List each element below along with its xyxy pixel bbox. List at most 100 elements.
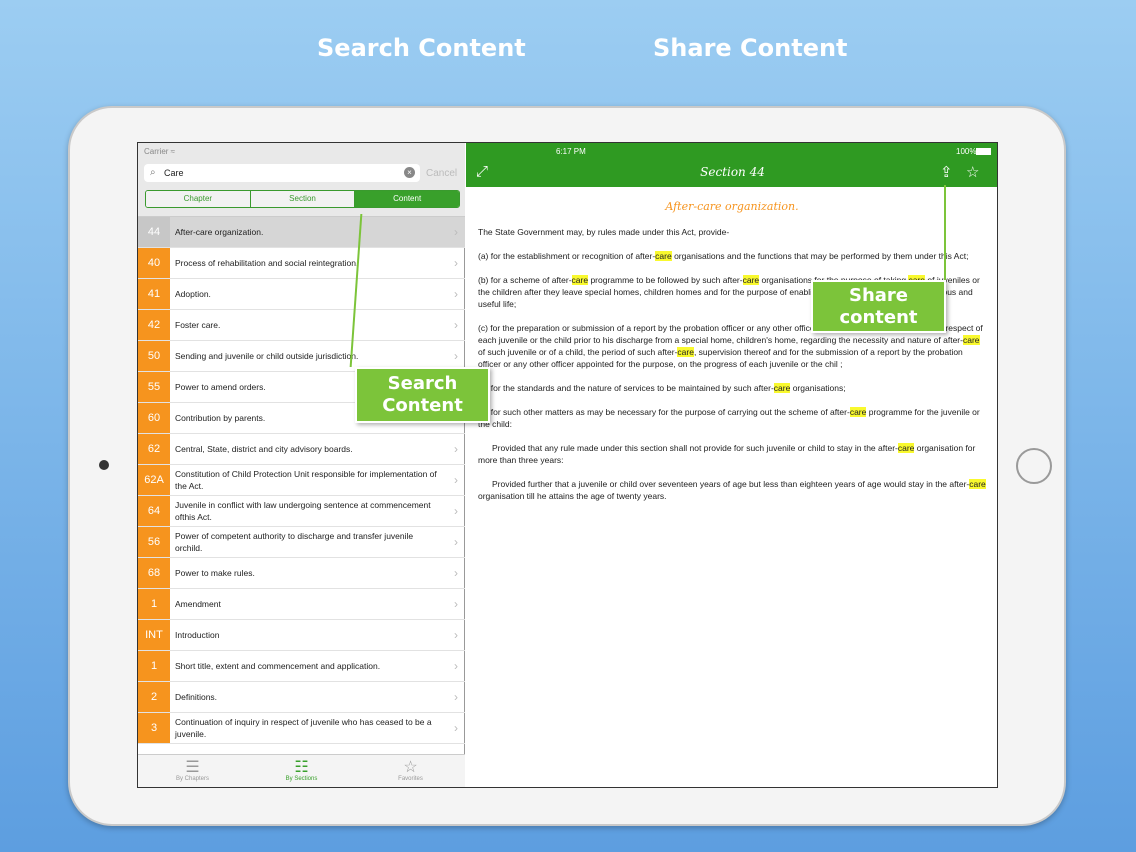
list-icon: ☰ <box>185 759 200 776</box>
tab-label: Favorites <box>398 776 423 782</box>
list-bullets-icon: ☷ <box>294 759 309 776</box>
section-number-badge: 62A <box>138 465 170 495</box>
search-callout-line1: Search <box>387 373 458 394</box>
expand-icon[interactable]: ⤢ <box>476 163 488 180</box>
list-item[interactable]: 42 Foster care. › <box>138 310 465 341</box>
list-item[interactable]: 2 Definitions. › <box>138 682 465 713</box>
list-item[interactable]: 56 Power of competent authority to discha… <box>138 527 465 558</box>
chevron-right-icon: › <box>454 597 458 611</box>
star-icon: ☆ <box>403 759 418 776</box>
list-item[interactable]: 62A Constitution of Child Protection Unit… <box>138 465 465 496</box>
status-time: 6:17 PM <box>556 147 586 156</box>
favorite-star-icon[interactable]: ☆ <box>966 163 979 181</box>
search-highlight: care <box>969 479 986 489</box>
search-callout-line2: Content <box>382 395 463 416</box>
search-highlight: care <box>571 275 589 285</box>
search-highlight: care <box>962 335 980 345</box>
text-run: (e) for such other matters as may be nec… <box>478 407 850 417</box>
share-icon[interactable]: ⇪ <box>940 163 953 181</box>
document-paragraph: (e) for such other matters as may be nec… <box>478 406 986 430</box>
section-number-badge: 55 <box>138 372 170 402</box>
chevron-right-icon: › <box>454 566 458 580</box>
search-content-callout: Search Content <box>355 367 490 423</box>
status-bar-left: Carrier ≈ <box>138 143 465 161</box>
document-paragraph: Provided further that a juvenile or chil… <box>478 478 986 502</box>
list-item-label: Short title, extent and commencement and… <box>175 661 381 671</box>
chevron-right-icon: › <box>454 535 458 549</box>
search-input[interactable]: ⌕ Care × <box>144 164 420 182</box>
tab-by-sections[interactable]: ☷ By Sections <box>247 755 356 787</box>
chevron-right-icon: › <box>454 690 458 704</box>
cancel-button[interactable]: Cancel <box>426 168 457 179</box>
chevron-right-icon: › <box>454 473 458 487</box>
left-pane: Carrier ≈ ⌕ Care × Cancel Chapter Section… <box>138 143 465 787</box>
chevron-right-icon: › <box>454 256 458 270</box>
text-run: (d) for the standards and the nature of … <box>478 383 774 393</box>
section-number-badge: 60 <box>138 403 170 433</box>
search-icon: ⌕ <box>150 167 156 178</box>
text-run: of such juvenile or of a child, the peri… <box>478 347 678 357</box>
list-item-label: Continuation of inquiry in respect of ju… <box>175 717 432 739</box>
list-item-label: Process of rehabilitation and social rei… <box>175 258 359 268</box>
chevron-right-icon: › <box>454 659 458 673</box>
search-highlight: care <box>897 443 915 453</box>
search-highlight: care <box>742 275 760 285</box>
chevron-right-icon: › <box>454 442 458 456</box>
chevron-right-icon: › <box>454 287 458 301</box>
list-item[interactable]: INT Introduction › <box>138 620 465 651</box>
section-number-badge: 62 <box>138 434 170 464</box>
list-item-label: Amendment <box>175 599 221 609</box>
search-highlight: care <box>773 383 791 393</box>
tab-by-chapters[interactable]: ☰ By Chapters <box>138 755 247 787</box>
list-item[interactable]: 1 Short title, extent and commencement an… <box>138 651 465 682</box>
nav-bar: 6:17 PM 100% Section 44 ⤢ ⇪ ☆ <box>466 143 997 187</box>
search-highlight: care <box>655 251 672 261</box>
share-callout-line1: Share <box>848 285 908 306</box>
text-run: organisation till he attains the age of … <box>478 491 667 501</box>
section-number-badge: 41 <box>138 279 170 309</box>
list-item[interactable]: 68 Power to make rules. › <box>138 558 465 589</box>
list-item[interactable]: 40 Process of rehabilitation and social r… <box>138 248 465 279</box>
text-run: (a) for the establishment or recognition… <box>478 251 656 261</box>
share-content-callout: Share content <box>811 280 946 333</box>
section-number-badge: INT <box>138 620 170 650</box>
segment-chapter[interactable]: Chapter <box>146 191 251 207</box>
list-item[interactable]: 1 Amendment › <box>138 589 465 620</box>
document-paragraph: (d) for the standards and the nature of … <box>478 382 986 394</box>
list-item-label: After-care organization. <box>175 227 264 237</box>
document-title: After-care organization. <box>665 200 799 213</box>
section-number-badge: 50 <box>138 341 170 371</box>
search-highlight: care <box>677 347 694 357</box>
list-item[interactable]: 62 Central, State, district and city advi… <box>138 434 465 465</box>
list-item-label: Juvenile in conflict with law undergoing… <box>175 500 431 522</box>
segment-content[interactable]: Content <box>355 191 459 207</box>
list-item-label: Power of competent authority to discharg… <box>175 531 414 553</box>
right-pane: 6:17 PM 100% Section 44 ⤢ ⇪ ☆ After-care… <box>466 143 997 787</box>
tab-favorites[interactable]: ☆ Favorites <box>356 755 465 787</box>
results-list: 44 After-care organization. › 40 Process of … <box>138 217 465 744</box>
list-item-label: Foster care. <box>175 320 221 330</box>
search-area: ⌕ Care × Cancel Chapter Section Content <box>138 161 465 217</box>
share-callout-line2: content <box>839 307 918 328</box>
chevron-right-icon: › <box>454 349 458 363</box>
clear-icon[interactable]: × <box>404 167 415 178</box>
text-run: The State Government may, by rules made … <box>478 227 730 237</box>
document-paragraphs: The State Government may, by rules made … <box>478 226 986 502</box>
list-item[interactable]: 3 Continuation of inquiry in respect of j… <box>138 713 465 744</box>
section-number-badge: 56 <box>138 527 170 557</box>
chevron-right-icon: › <box>454 628 458 642</box>
list-item-label: Introduction <box>175 630 220 640</box>
segment-section[interactable]: Section <box>250 191 356 207</box>
home-button[interactable] <box>1016 448 1052 484</box>
carrier-label: Carrier ≈ <box>144 147 176 156</box>
section-number-badge: 40 <box>138 248 170 278</box>
list-item[interactable]: 44 After-care organization. › <box>138 217 465 248</box>
list-item[interactable]: 41 Adoption. › <box>138 279 465 310</box>
section-number-badge: 1 <box>138 589 170 619</box>
list-item-label: Central, State, district and city adviso… <box>175 444 353 454</box>
document-body: After-care organization. The State Gover… <box>478 201 986 514</box>
text-run: Provided that any rule made under this s… <box>492 443 898 453</box>
chevron-right-icon: › <box>454 225 458 239</box>
app-screen: Carrier ≈ ⌕ Care × Cancel Chapter Section… <box>137 142 998 788</box>
list-item[interactable]: 64 Juvenile in conflict with law undergoi… <box>138 496 465 527</box>
